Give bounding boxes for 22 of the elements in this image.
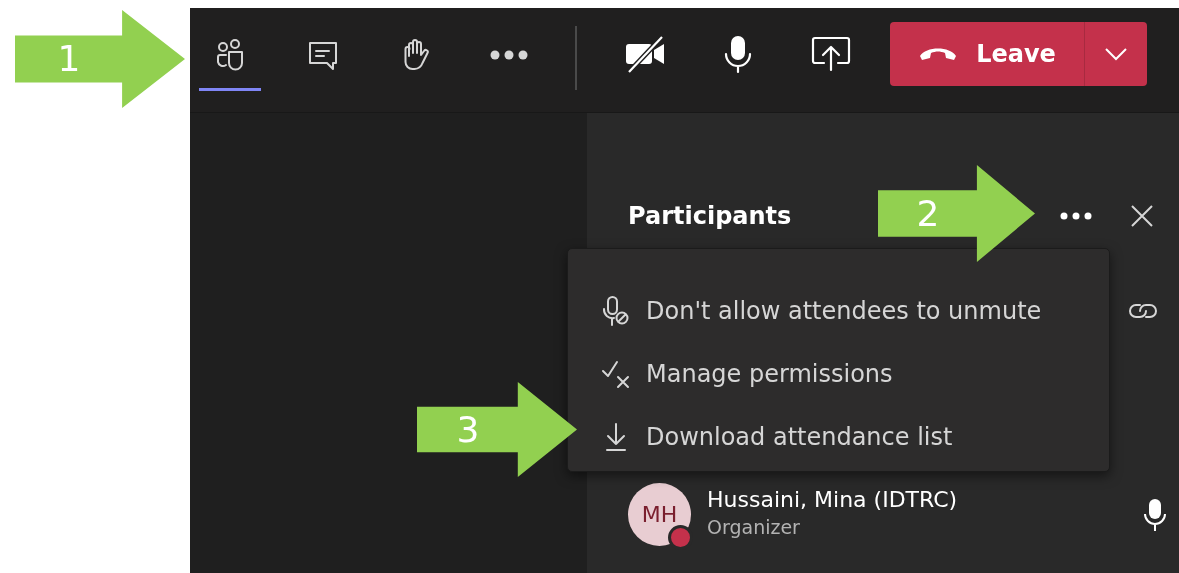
more-options-button[interactable] (1060, 212, 1092, 220)
chat-icon (307, 39, 339, 71)
participant-name: Hussaini, Mina (IDTRC) (707, 487, 958, 514)
camera-off-icon (624, 34, 666, 74)
menu-item[interactable]: Manage permissions (568, 342, 1109, 405)
avatar-initials: MH (641, 501, 678, 529)
people-icon (216, 39, 244, 71)
microphone-icon (723, 34, 753, 74)
phone-hang-up-icon (918, 46, 959, 62)
panel-title: Participants (628, 201, 792, 232)
share-screen-icon (811, 36, 851, 72)
arrow-number: 3 (456, 411, 480, 448)
participant-role: Organizer (707, 515, 801, 541)
menu-item[interactable]: Don't allow attendees to unmute (568, 279, 1109, 342)
more-icon (489, 50, 529, 60)
arrow-number: 1 (57, 41, 81, 77)
close-button[interactable] (1130, 204, 1154, 228)
arrow-number: 2 (916, 195, 940, 232)
menu-item[interactable]: Download attendance list (568, 405, 1109, 468)
chevron-down-icon (1104, 47, 1128, 61)
leave-button[interactable]: Leave (890, 22, 1084, 86)
check-cross-icon (600, 358, 632, 389)
